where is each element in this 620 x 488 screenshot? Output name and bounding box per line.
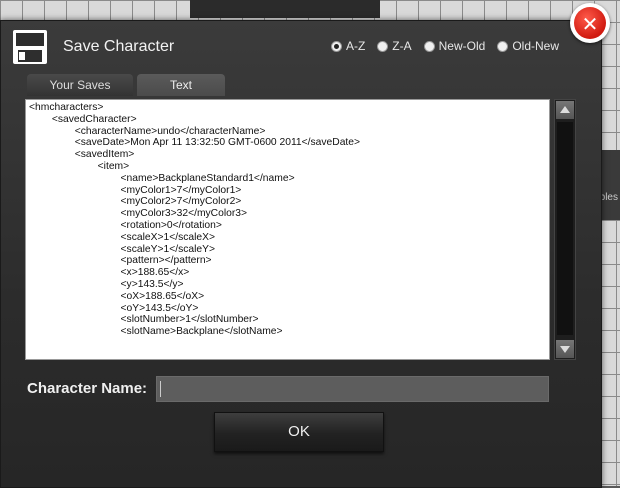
character-name-input[interactable] [156,376,549,402]
xml-line: <hmcharacters> [29,102,104,113]
xml-line: <scaleY>1</scaleY> [29,243,215,255]
xml-line: <name>BackplaneStandard1</name> [29,172,295,184]
scroll-up-arrow-icon[interactable] [556,101,574,119]
sort-option-new-old[interactable]: New-Old [423,39,486,53]
sort-option-label: Z-A [392,39,412,53]
sort-option-old-new[interactable]: Old-New [497,39,559,53]
scroll-track[interactable] [557,122,573,335]
xml-line: <savedItem> [29,149,135,161]
xml-line: <oY>143.5</oY> [29,302,199,314]
text-scrollbar[interactable] [554,99,576,360]
xml-line: <myColor1>7</myColor1> [29,184,242,196]
xml-line: <saveDate>Mon Apr 11 13:32:50 GMT-0600 2… [29,137,361,149]
xml-line: <scaleX>1</scaleX> [29,231,215,243]
radio-selected-icon[interactable] [330,40,342,52]
xml-text-area[interactable]: <hmcharacters> <savedCharacter> <charact… [25,99,550,360]
tab-your-saves[interactable]: Your Saves [27,74,133,96]
scroll-down-arrow-icon[interactable] [556,340,574,358]
xml-content: <hmcharacters> <savedCharacter> <charact… [26,100,549,340]
xml-line: <x>188.65</x> [29,267,190,279]
tab-bar: Your Saves Text [27,74,225,96]
close-x-icon: ✕ [581,12,599,36]
radio-icon[interactable] [423,40,435,52]
sort-option-label: New-Old [438,39,486,53]
xml-line: <characterName>undo</characterName> [29,125,266,137]
close-button-face: ✕ [574,7,606,39]
ok-button[interactable]: OK [214,412,384,452]
xml-line: <rotation>0</rotation> [29,219,222,231]
radio-icon[interactable] [497,40,509,52]
background-side-label: bles [599,192,618,203]
xml-line: <pattern></pattern> [29,255,212,267]
character-name-label: Character Name: [27,380,148,397]
xml-line: <myColor2>7</myColor2> [29,196,242,208]
text-caret [160,381,161,397]
tab-text[interactable]: Text [137,74,225,96]
xml-line: <oX>188.65</oX> [29,290,205,302]
sort-option-label: A-Z [345,39,366,53]
floppy-disk-icon [13,30,47,64]
sort-option-a-z[interactable]: A-Z [330,39,366,53]
dialog-title: Save Character [63,38,175,55]
background-top-strip [190,0,380,18]
xml-line: <slotNumber>1</slotNumber> [29,314,259,326]
xml-line: <myColor3>32</myColor3> [29,208,248,220]
sort-options: A-Z Z-A New-Old Old-New [330,39,559,53]
sort-option-label: Old-New [512,39,559,53]
save-character-dialog: Save Character A-Z Z-A New-Old Old-New Y… [0,20,602,488]
sort-option-z-a[interactable]: Z-A [377,39,412,53]
close-button[interactable]: ✕ [570,3,610,43]
xml-line: <slotName>Backplane</slotName> [29,326,283,338]
radio-icon[interactable] [377,40,389,52]
xml-line: <item> [29,160,130,172]
xml-line: <y>143.5</y> [29,278,184,290]
xml-line: <savedCharacter> [29,113,137,125]
